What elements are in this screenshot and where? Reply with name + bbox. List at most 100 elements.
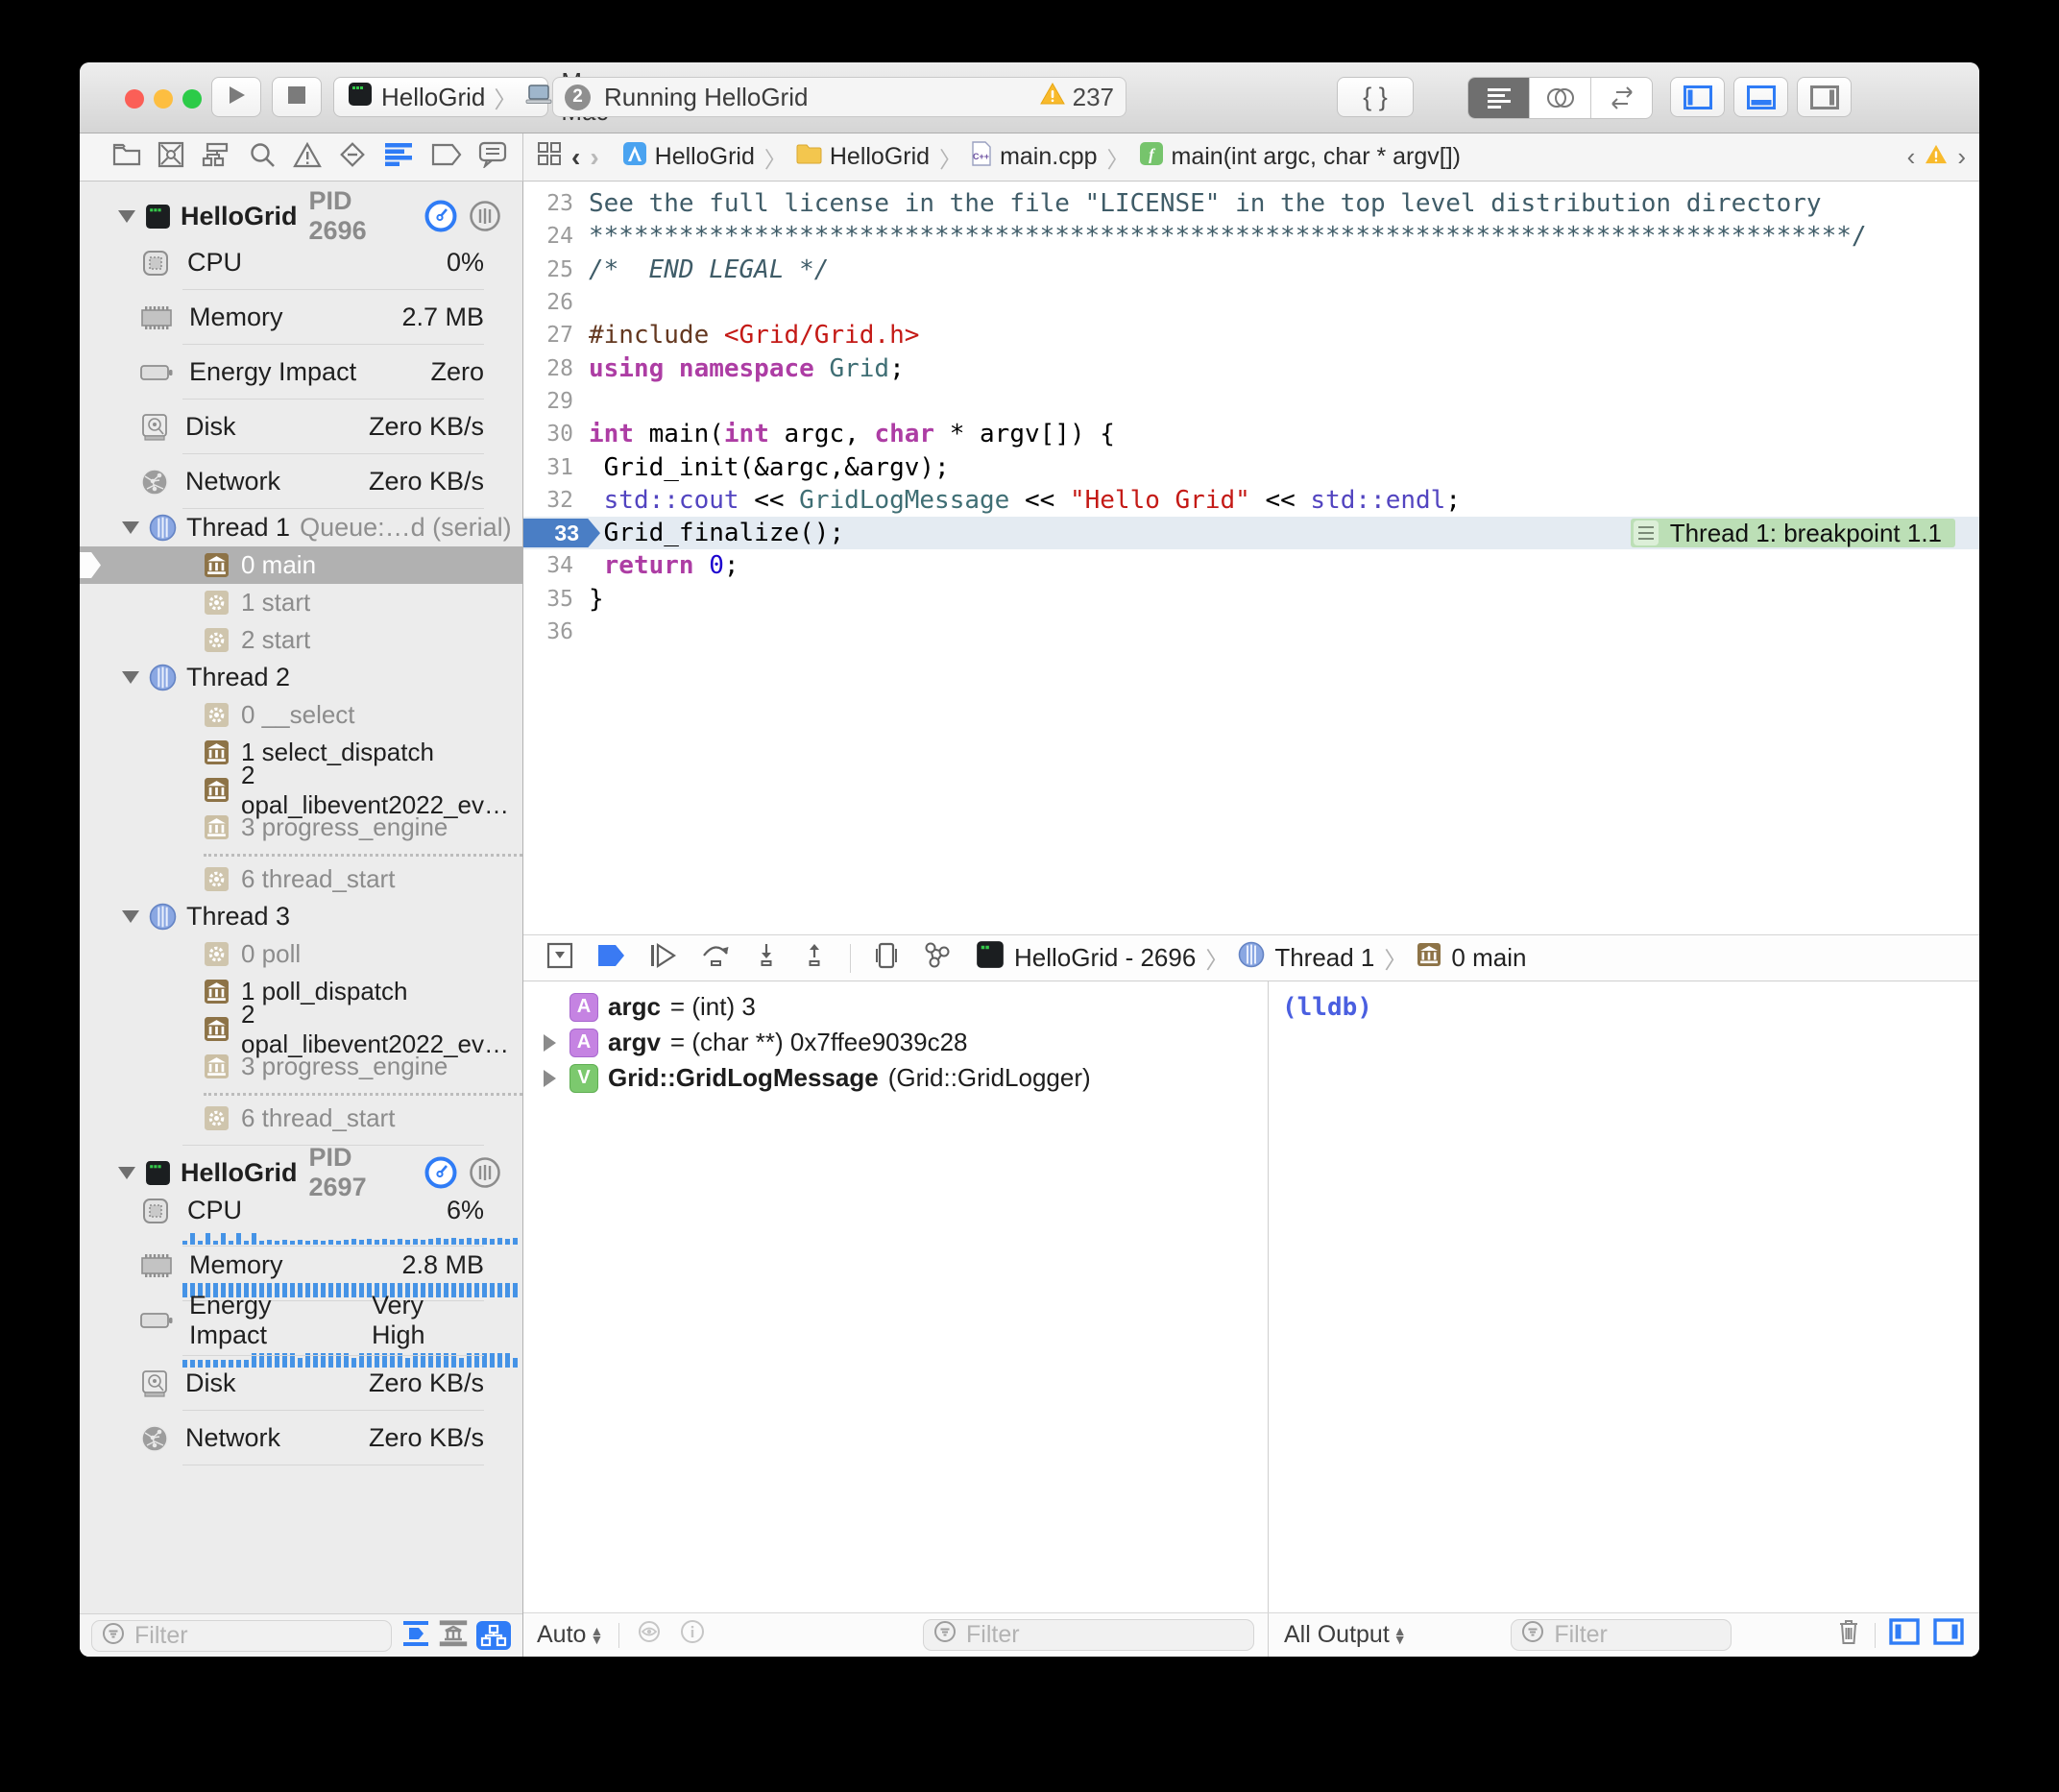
- stack-frame-row[interactable]: 6 thread_start: [80, 1100, 522, 1137]
- view-process-by-button[interactable]: [476, 1621, 511, 1650]
- stack-frame-row[interactable]: 2 opal_libevent2022_ev…: [80, 1010, 522, 1048]
- activity-viewer[interactable]: 2 Running HelloGrid 237: [552, 77, 1126, 117]
- symbol-navigator-tab[interactable]: [202, 142, 232, 172]
- back-button[interactable]: ‹: [571, 142, 580, 173]
- disclosure-triangle-icon[interactable]: [118, 1167, 135, 1179]
- filter-input[interactable]: [964, 1620, 1244, 1650]
- version-editor-button[interactable]: [1591, 78, 1652, 118]
- thread-row[interactable]: Thread 3: [80, 898, 522, 935]
- code-line[interactable]: 33 Grid_finalize();Thread 1: breakpoint …: [523, 517, 1979, 549]
- variable-row[interactable]: Aargv= (char **) 0x7ffee9039c28: [523, 1025, 1268, 1060]
- toggle-inspector-button[interactable]: [1797, 77, 1852, 117]
- breadcrumb-file[interactable]: C++ main.cpp: [971, 141, 1097, 173]
- variables-view[interactable]: Aargc= (int) 3Aargv= (char **) 0x7ffee90…: [523, 981, 1269, 1612]
- line-number[interactable]: 27: [523, 323, 589, 348]
- disclosure-triangle-icon[interactable]: [118, 210, 135, 223]
- stack-frame-row[interactable]: 0 main: [80, 546, 522, 584]
- stack-frame-row[interactable]: 3 progress_engine: [80, 1048, 522, 1085]
- variable-row[interactable]: VGrid::GridLogMessage(Grid::GridLogger): [523, 1060, 1268, 1096]
- code-line[interactable]: 27#include <Grid/Grid.h>: [523, 319, 1979, 351]
- code-line[interactable]: 35}: [523, 583, 1979, 616]
- test-navigator-tab[interactable]: [338, 140, 367, 174]
- code-line[interactable]: 23See the full license in the file "LICE…: [523, 187, 1979, 220]
- close-window-button[interactable]: [125, 89, 144, 109]
- user-frames-filter-button[interactable]: [439, 1620, 468, 1652]
- code-line[interactable]: 28using namespace Grid;: [523, 351, 1979, 384]
- stat-row-network[interactable]: NetworkZero KB/s: [80, 454, 522, 509]
- line-number[interactable]: 26: [523, 290, 589, 315]
- stat-row-network[interactable]: NetworkZero KB/s: [80, 1411, 522, 1465]
- next-issue-button[interactable]: ›: [1957, 142, 1966, 172]
- stat-row-energy-impact[interactable]: Energy ImpactZero: [80, 345, 522, 400]
- code-line[interactable]: 25/* END LEGAL */: [523, 254, 1979, 286]
- process-crumb[interactable]: HelloGrid - 2696: [1014, 943, 1196, 973]
- disclosure-area[interactable]: [539, 1070, 560, 1087]
- code-line[interactable]: 31 Grid_init(&argc,&argv);: [523, 450, 1979, 483]
- variables-filter-field[interactable]: [923, 1619, 1254, 1651]
- console-filter-field[interactable]: [1511, 1619, 1732, 1651]
- code-line[interactable]: 36: [523, 616, 1979, 648]
- source-editor[interactable]: 23See the full license in the file "LICE…: [523, 182, 1979, 934]
- toggle-variables-view-button[interactable]: [1889, 1618, 1920, 1652]
- line-number[interactable]: 31: [523, 455, 589, 480]
- code-line[interactable]: 34 return 0;: [523, 549, 1979, 582]
- breakpoint-navigator-tab[interactable]: [431, 143, 462, 171]
- stat-row-cpu[interactable]: CPU6%: [80, 1192, 522, 1247]
- breadcrumb-group[interactable]: HelloGrid: [796, 143, 930, 171]
- toggle-console-view-button[interactable]: [1933, 1618, 1964, 1652]
- step-into-button[interactable]: [754, 942, 779, 974]
- stack-frame-row[interactable]: 2 start: [80, 621, 522, 659]
- variables-scope-selector[interactable]: Auto ▲▼: [537, 1621, 603, 1649]
- report-navigator-tab[interactable]: [478, 141, 507, 173]
- continue-button[interactable]: [648, 942, 677, 974]
- line-number[interactable]: 36: [523, 619, 589, 644]
- find-navigator-tab[interactable]: [249, 141, 276, 173]
- thread-row[interactable]: Thread 2: [80, 659, 522, 696]
- stack-frame-row[interactable]: 6 thread_start: [80, 860, 522, 898]
- breakpoint-indicator[interactable]: 33: [523, 519, 600, 547]
- code-line[interactable]: 32 std::cout << GridLogMessage << "Hello…: [523, 484, 1979, 517]
- breadcrumb-project[interactable]: HelloGrid: [622, 141, 755, 173]
- forward-button[interactable]: ›: [590, 142, 598, 173]
- project-navigator-tab[interactable]: [112, 142, 141, 172]
- step-out-button[interactable]: [802, 942, 827, 974]
- hide-debug-area-button[interactable]: [546, 942, 573, 974]
- warning-icon[interactable]: [1925, 142, 1948, 172]
- stack-frame-row[interactable]: 0 poll: [80, 935, 522, 973]
- line-number[interactable]: 30: [523, 422, 589, 447]
- clear-console-button[interactable]: [1836, 1617, 1861, 1653]
- toggle-debug-area-button[interactable]: [1733, 77, 1788, 117]
- source-control-navigator-tab[interactable]: [157, 141, 184, 173]
- line-number[interactable]: 25: [523, 257, 589, 282]
- previous-issue-button[interactable]: ‹: [1907, 142, 1916, 172]
- debug-symbols-filter-button[interactable]: [401, 1620, 430, 1652]
- variable-row[interactable]: Aargc= (int) 3: [523, 989, 1268, 1025]
- breadcrumb-symbol[interactable]: f main(int argc, char * argv[]): [1139, 141, 1462, 173]
- stat-row-disk[interactable]: DiskZero KB/s: [80, 400, 522, 454]
- quicklook-eye-button[interactable]: [635, 1620, 664, 1650]
- zoom-window-button[interactable]: [182, 89, 202, 109]
- line-number[interactable]: 28: [523, 356, 589, 381]
- profile-in-instruments-button[interactable]: [424, 1156, 457, 1189]
- line-number[interactable]: 32: [523, 488, 589, 513]
- filter-input[interactable]: [1552, 1620, 1721, 1650]
- assistant-editor-button[interactable]: [1530, 78, 1591, 118]
- stat-row-memory[interactable]: Memory2.7 MB: [80, 290, 522, 345]
- related-items-button[interactable]: [537, 141, 562, 173]
- code-line[interactable]: 24**************************************…: [523, 220, 1979, 253]
- stack-frame-row[interactable]: 0 __select: [80, 696, 522, 734]
- frame-crumb[interactable]: 0 main: [1451, 943, 1526, 973]
- stat-row-cpu[interactable]: CPU0%: [80, 235, 522, 290]
- profile-in-instruments-button[interactable]: [424, 200, 457, 232]
- breakpoint-hit-badge[interactable]: Thread 1: breakpoint 1.1: [1631, 519, 1955, 547]
- stop-button[interactable]: [272, 77, 322, 117]
- filter-input[interactable]: [133, 1621, 381, 1651]
- debug-navigator-tab[interactable]: [383, 142, 414, 172]
- thread-crumb[interactable]: Thread 1: [1274, 943, 1374, 973]
- code-review-button[interactable]: { }: [1337, 77, 1414, 117]
- disclosure-triangle-icon[interactable]: [122, 671, 139, 684]
- memory-graph-button[interactable]: [922, 942, 953, 974]
- standard-editor-button[interactable]: [1468, 78, 1530, 118]
- run-button[interactable]: [211, 77, 261, 117]
- stat-row-disk[interactable]: DiskZero KB/s: [80, 1356, 522, 1411]
